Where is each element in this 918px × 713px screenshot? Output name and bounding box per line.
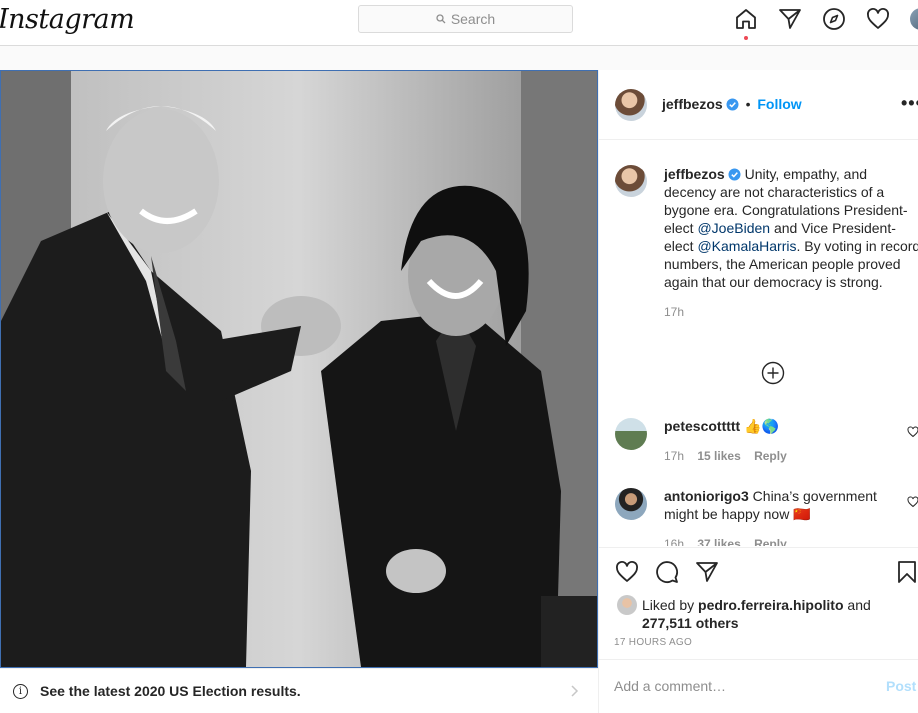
caption-author-avatar[interactable] xyxy=(615,165,647,197)
comment-meta: 17h 15 likes Reply xyxy=(664,447,904,465)
comment-meta: 16h 37 likes Reply xyxy=(664,535,904,546)
comment-item: antoniorigo3 China’s government might be… xyxy=(664,487,904,546)
election-info-banner[interactable]: i See the latest 2020 US Election result… xyxy=(0,668,598,713)
comment-reply-button[interactable]: Reply xyxy=(754,449,787,463)
liked-by-prefix: Liked by xyxy=(642,597,695,613)
follow-button[interactable]: Follow xyxy=(757,96,801,112)
liked-by-user[interactable]: pedro.ferreira.hipolito xyxy=(698,597,843,613)
home-icon[interactable] xyxy=(734,7,758,31)
post-actions: Liked by pedro.ferreira.hipolito and 277… xyxy=(599,547,918,648)
author-username[interactable]: jeffbezos xyxy=(662,96,723,112)
post-header: jeffbezos • Follow ••• xyxy=(599,70,918,140)
post-timestamp[interactable]: 17 HOURS AGO xyxy=(614,637,692,648)
election-banner-text: See the latest 2020 US Election results. xyxy=(40,683,301,699)
like-heart-icon[interactable] xyxy=(615,560,639,584)
instagram-logo[interactable]: Instagram xyxy=(0,4,135,35)
author-avatar[interactable] xyxy=(615,89,647,121)
comment-item: petescottttt 👍🌎 17h 15 likes Reply xyxy=(664,417,904,465)
comment-like-heart-icon[interactable] xyxy=(907,426,918,438)
comment-reply-button[interactable]: Reply xyxy=(754,537,787,546)
post-comment-button[interactable]: Post xyxy=(886,678,916,694)
chevron-right-icon xyxy=(571,685,579,697)
verified-badge-icon xyxy=(728,168,741,181)
load-more-comments-icon[interactable] xyxy=(761,361,785,385)
liked-by-others[interactable]: 277,511 others xyxy=(642,615,739,631)
info-icon: i xyxy=(13,683,28,699)
add-comment-box: Add a comment… Post xyxy=(599,659,918,713)
top-navigation-bar: Instagram Search xyxy=(0,0,918,46)
verified-badge-icon xyxy=(726,98,739,111)
photo-illustration xyxy=(1,71,597,667)
header-separator: • xyxy=(745,96,751,112)
add-comment-input[interactable]: Add a comment… xyxy=(614,678,726,694)
post-photo[interactable] xyxy=(0,70,598,668)
comment-bubble-icon[interactable] xyxy=(655,560,679,584)
search-input[interactable]: Search xyxy=(358,5,573,33)
activity-heart-icon[interactable] xyxy=(866,7,890,31)
search-placeholder: Search xyxy=(450,11,496,27)
search-icon xyxy=(436,14,446,24)
mention-link-joebiden[interactable]: @JoeBiden xyxy=(697,220,770,236)
explore-compass-icon[interactable] xyxy=(822,7,846,31)
post-caption: jeffbezos Unity, empathy, and decency ar… xyxy=(664,165,918,321)
direct-message-icon[interactable] xyxy=(778,7,802,31)
comment-text: 👍🌎 xyxy=(744,418,779,434)
mention-link-kamalaharris[interactable]: @KamalaHarris xyxy=(697,238,796,254)
commenter-avatar[interactable] xyxy=(615,488,647,520)
caption-time[interactable]: 17h xyxy=(664,303,918,321)
caption-username[interactable]: jeffbezos xyxy=(664,166,725,182)
share-icon[interactable] xyxy=(695,560,719,584)
profile-avatar[interactable] xyxy=(910,8,918,30)
notification-dot xyxy=(744,36,748,40)
more-options-icon[interactable]: ••• xyxy=(901,94,918,112)
post-details-panel: jeffbezos • Follow ••• jeffbezos Unity, … xyxy=(598,70,918,713)
comment-like-heart-icon[interactable] xyxy=(907,496,918,508)
comment-likes[interactable]: 15 likes xyxy=(697,449,740,463)
comment-time[interactable]: 17h xyxy=(664,449,684,463)
comment-username[interactable]: petescottttt xyxy=(664,418,740,434)
save-bookmark-icon[interactable] xyxy=(895,560,918,584)
comment-likes[interactable]: 37 likes xyxy=(697,537,740,546)
commenter-avatar[interactable] xyxy=(615,418,647,450)
liked-by-and: and xyxy=(847,597,871,613)
comment-username[interactable]: antoniorigo3 xyxy=(664,488,749,504)
comment-time[interactable]: 16h xyxy=(664,537,684,546)
comments-scroll-area[interactable]: jeffbezos Unity, empathy, and decency ar… xyxy=(599,141,918,546)
liked-by-summary: Liked by pedro.ferreira.hipolito and 277… xyxy=(614,596,871,632)
